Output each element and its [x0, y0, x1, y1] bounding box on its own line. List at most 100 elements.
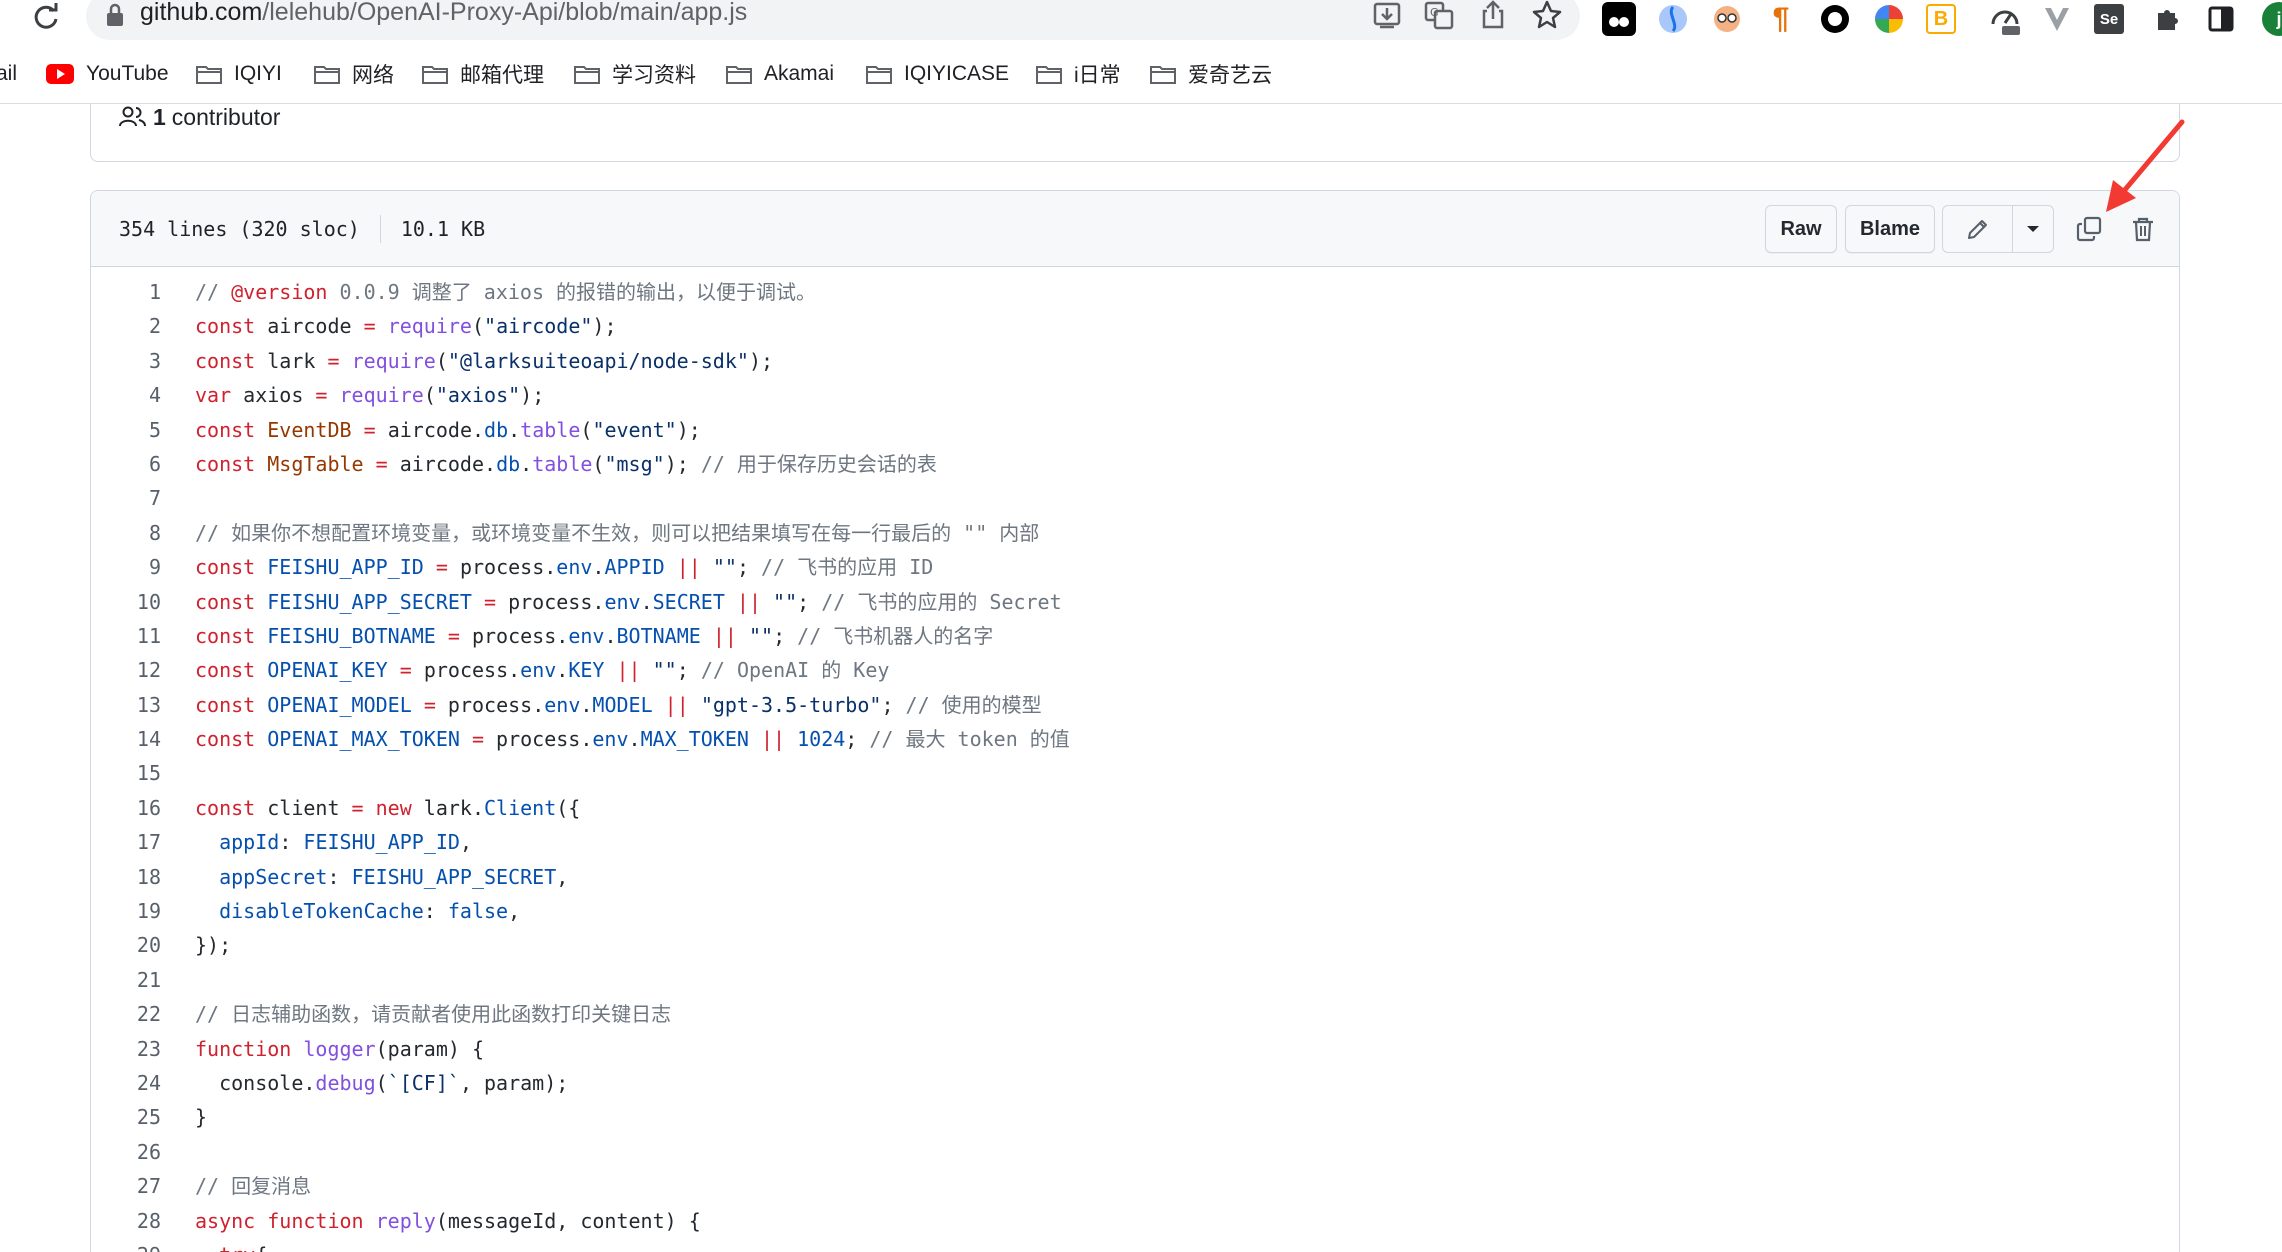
code-line: 16 const client = new lark.Client({ — [91, 791, 2179, 825]
extension-tampermonkey-icon[interactable] — [1602, 2, 1636, 36]
extension-avatar-icon[interactable] — [1710, 2, 1744, 36]
line-number[interactable]: 27 — [91, 1169, 161, 1203]
reload-icon[interactable] — [30, 2, 62, 34]
line-number[interactable]: 11 — [91, 619, 161, 653]
line-number[interactable]: 17 — [91, 825, 161, 859]
extensions-puzzle-icon[interactable] — [2150, 2, 2184, 36]
line-number[interactable]: 7 — [91, 481, 161, 515]
contributors-summary[interactable]: 1 contributor — [119, 104, 280, 130]
line-number[interactable]: 22 — [91, 997, 161, 1031]
line-number[interactable]: 23 — [91, 1032, 161, 1066]
extension-globe-icon[interactable] — [1656, 2, 1690, 36]
line-number[interactable]: 8 — [91, 516, 161, 550]
code-token: "event" — [592, 417, 677, 442]
line-number[interactable]: 16 — [91, 791, 161, 825]
extension-colorful-icon[interactable] — [1872, 2, 1906, 36]
folder-icon — [726, 66, 752, 84]
bookmark-gmail[interactable]: ail — [0, 58, 17, 90]
profile-avatar[interactable]: j — [2262, 2, 2282, 36]
line-number[interactable]: 15 — [91, 756, 161, 790]
code-token: . — [592, 555, 605, 580]
code-token: ); — [676, 417, 701, 442]
line-number[interactable]: 18 — [91, 860, 161, 894]
code-token: = — [363, 314, 376, 339]
code-text: } — [195, 1100, 207, 1134]
code-token: OPENAI_KEY — [267, 658, 388, 683]
browser-toolbar: github.com/lelehub/OpenAI-Proxy-Api/blob… — [0, 0, 2282, 46]
line-number[interactable]: 28 — [91, 1204, 161, 1238]
line-number[interactable]: 21 — [91, 963, 161, 997]
code-token: ); — [520, 383, 545, 408]
share-icon[interactable] — [1476, 0, 1510, 32]
code-token: = — [447, 623, 460, 648]
extension-pilcrow-icon[interactable]: ¶ — [1764, 2, 1798, 36]
extension-b-icon[interactable]: B — [1926, 4, 1956, 34]
code-token: const — [195, 555, 256, 580]
bookmark-folder-study[interactable]: 学习资料 — [574, 58, 696, 90]
code-token: lark — [255, 348, 328, 373]
line-number[interactable]: 10 — [91, 585, 161, 619]
line-number[interactable]: 1 — [91, 275, 161, 309]
url-text[interactable]: github.com/lelehub/OpenAI-Proxy-Api/blob… — [140, 0, 747, 27]
extension-speedometer-icon[interactable] — [1988, 2, 2022, 36]
line-number[interactable]: 9 — [91, 550, 161, 584]
bookmark-star-icon[interactable] — [1530, 0, 1564, 32]
code-token: APPID — [604, 555, 665, 580]
bookmark-label: i日常 — [1074, 64, 1121, 87]
bookmark-folder-akamai[interactable]: Akamai — [726, 58, 834, 90]
code-token: ); — [592, 314, 617, 339]
code-token: || — [616, 658, 641, 683]
code-line: 6 const MsgTable = aircode.db.table("msg"… — [91, 447, 2179, 481]
lock-icon[interactable] — [104, 2, 126, 28]
blame-button[interactable]: Blame — [1845, 205, 1935, 253]
line-number[interactable]: 3 — [91, 344, 161, 378]
code-token: = — [399, 658, 412, 683]
code-token: 1024 — [797, 727, 846, 752]
line-number[interactable]: 6 — [91, 447, 161, 481]
bookmark-folder-iqiyi-cloud[interactable]: 爱奇艺云 — [1150, 58, 1272, 90]
code-token: env — [520, 658, 557, 683]
line-number[interactable]: 20 — [91, 928, 161, 962]
code-token: aircode. — [387, 451, 497, 476]
bookmark-folder-iqiyicase[interactable]: IQIYICASE — [866, 58, 1009, 90]
code-token: db — [496, 451, 521, 476]
edit-button[interactable] — [1943, 206, 2012, 252]
raw-button[interactable]: Raw — [1765, 205, 1837, 253]
bookmark-folder-daily[interactable]: i日常 — [1036, 58, 1121, 90]
code-token: process. — [411, 658, 521, 683]
code-text: disableTokenCache: false, — [195, 894, 520, 928]
bookmark-folder-mail-proxy[interactable]: 邮箱代理 — [422, 58, 544, 90]
line-number[interactable]: 24 — [91, 1066, 161, 1100]
line-number[interactable]: 14 — [91, 722, 161, 756]
bookmark-folder-iqiyi[interactable]: IQIYI — [196, 58, 282, 90]
edit-dropdown-button[interactable] — [2013, 206, 2053, 252]
line-number[interactable]: 25 — [91, 1100, 161, 1134]
line-number[interactable]: 29 — [91, 1238, 161, 1252]
sidepanel-icon[interactable] — [2204, 2, 2238, 36]
line-number[interactable]: 4 — [91, 378, 161, 412]
extension-ring-icon[interactable] — [1818, 2, 1852, 36]
line-number[interactable]: 19 — [91, 894, 161, 928]
line-number[interactable]: 2 — [91, 309, 161, 343]
extension-se-icon[interactable]: Se — [2094, 4, 2124, 34]
code-token: env — [604, 589, 641, 614]
install-icon[interactable] — [1370, 0, 1404, 32]
line-number[interactable]: 5 — [91, 413, 161, 447]
line-number[interactable]: 13 — [91, 688, 161, 722]
code-token: . — [580, 692, 593, 717]
translate-icon[interactable]: G — [1422, 0, 1456, 32]
line-number[interactable]: 12 — [91, 653, 161, 687]
extension-v-icon[interactable] — [2040, 2, 2074, 36]
address-bar[interactable]: github.com/lelehub/OpenAI-Proxy-Api/blob… — [86, 0, 1580, 40]
line-number[interactable]: 26 — [91, 1135, 161, 1169]
code-token: function — [195, 1036, 292, 1061]
bookmark-folder-network[interactable]: 网络 — [314, 58, 394, 90]
code-line: 1 // @version 0.0.9 调整了 axios 的报错的输出，以便于调… — [91, 275, 2179, 309]
bookmark-youtube[interactable]: YouTube — [46, 58, 169, 90]
